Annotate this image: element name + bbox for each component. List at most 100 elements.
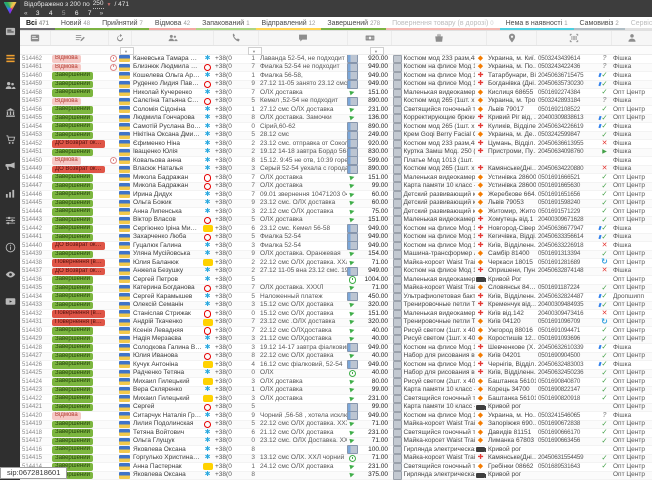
sidebar-item-settings[interactable] — [5, 215, 16, 226]
table-row[interactable]: 514423ЗавершенийВера Скляренко+38(01ОЛХ … — [20, 387, 652, 396]
sidebar-item-clients[interactable] — [5, 80, 16, 91]
table-row[interactable]: 514433ЗавершенийОлексій Семанін+38(0315.… — [20, 302, 652, 311]
tab-povernennia-tovaru[interactable]: Повернення товару (в дорозі)0 — [386, 17, 500, 30]
sidebar-item-partners[interactable] — [5, 269, 16, 280]
table-row[interactable]: 514420ВідмоваСитарчук Наталія Гр…+38(09Ч… — [20, 412, 652, 421]
table-row[interactable]: 514425ЗавершенийРадченко Тетяна+38(00ОЛХ… — [20, 370, 652, 379]
tab-servisy[interactable]: Сервіси0 — [625, 17, 652, 30]
table-row[interactable]: 514435ЗавершенийКатерина Богданова+38(07… — [20, 285, 652, 294]
sidebar-item-warehouse[interactable] — [5, 107, 16, 118]
page-size-caret-icon[interactable]: ▼ — [107, 1, 112, 9]
table-row[interactable]: 514462ВідмоваКаневська Тамара …+38(01Лав… — [20, 55, 652, 64]
sidebar-item-purchases[interactable] — [5, 134, 16, 145]
page-size-value[interactable]: 250 — [93, 0, 104, 9]
sidebar-item-reports[interactable] — [5, 188, 16, 199]
table-row[interactable]: 514417ЗавершенийОльга Глущук+38(0023.12 … — [20, 438, 652, 447]
table-row[interactable]: 514441ЗавершенийЗахарченко Люба+38(05Фиа… — [20, 234, 652, 243]
tab-vsi[interactable]: Всі471 — [20, 17, 55, 30]
column-header-address[interactable] — [486, 31, 536, 45]
table-row[interactable]: 514421ЗавершенийСергей+38(0599.00Карта п… — [20, 404, 652, 413]
table-row[interactable]: 514422ЗавершенийМихаил Гилецький+38(03ОЛ… — [20, 395, 652, 404]
table-row[interactable]: 514430ЗавершенийКсенія Левадняя+38(0722.… — [20, 327, 652, 336]
table-row[interactable]: 514455ЗавершенийЛюдмила Гончарова+38(08О… — [20, 115, 652, 124]
table-row[interactable]: 514414ЗавершенийАнна Пастернак+38(0124.1… — [20, 463, 652, 472]
order-total: 151.00 — [358, 89, 391, 97]
table-row[interactable]: 514419ЗавершенийЛилия Подолинская+38(052… — [20, 421, 652, 430]
page-number[interactable]: 4 — [48, 9, 54, 18]
column-header-status[interactable] — [50, 31, 108, 45]
app-logo-icon[interactable] — [4, 2, 17, 14]
table-row[interactable]: 514454ЗавершенийСамотій Руслана Во…+38(0… — [20, 123, 652, 132]
sidebar-item-dashboard[interactable] — [5, 26, 16, 37]
table-row[interactable]: 514438Повернення (в…Юлия Баланюк+38(0222… — [20, 259, 652, 268]
first-page-icon[interactable]: « — [24, 9, 28, 18]
table-row[interactable]: 514432Повернення (в…Станіслав Стрижак+38… — [20, 310, 652, 319]
table-row[interactable]: 514446ЗавершенийИрина Дидух+38(0709.01 з… — [20, 191, 652, 200]
table-row[interactable]: 514427ЗавершенийЮлия Иванова+38(0822.12 … — [20, 353, 652, 362]
tab-label: Сервіси — [631, 20, 652, 27]
column-header-phone[interactable] — [213, 31, 258, 45]
table-row[interactable]: 514442ЗавершенийСергіюнко Іріна Ми…+38(0… — [20, 225, 652, 234]
table-row[interactable]: 514449ДО Возврат ок…Власюк Наталья+38(03… — [20, 166, 652, 175]
column-header-tracking[interactable] — [536, 31, 611, 45]
table-row[interactable]: 514445ЗавершенийОльга Божик+38(0923.12 с… — [20, 200, 652, 209]
tab-novyi[interactable]: Новий48 — [55, 17, 96, 30]
table-row[interactable]: 514458ЗавершенийНиколай Кучеренко+38(07О… — [20, 89, 652, 98]
tab-vidpravlenyi[interactable]: Відправлений12 — [256, 17, 322, 30]
kyivstar-icon — [205, 123, 211, 131]
table-row[interactable]: 514424ЗавершенийМихаил Гилецький+38(03ОЛ… — [20, 378, 652, 387]
tab-zapakovanyi[interactable]: Запакований1 — [196, 17, 255, 30]
status-badge: Завершений — [52, 200, 93, 208]
sidebar-item-video[interactable] — [5, 296, 16, 307]
page-number[interactable]: 5 — [61, 9, 67, 18]
table-row[interactable]: 514461ВідмоваБлизнюк Людмила …+38(07Фиал… — [20, 64, 652, 73]
tab-zavershenyi[interactable]: Завершений278 — [321, 17, 386, 30]
table-row[interactable]: 514456ЗавершенийСоломія Сідоніна+38(0127… — [20, 106, 652, 115]
table-row[interactable]: 514457ВідмоваСалєгіна Татьяна С…+38(05Ке… — [20, 98, 652, 107]
table-row[interactable]: 514453ЗавершенийНікітіна Оксана Дми…+38(… — [20, 132, 652, 141]
column-header-product[interactable] — [391, 31, 486, 45]
tab-nema-v-naiavnosti[interactable]: Нема в наявності1 — [500, 17, 574, 30]
last-page-icon[interactable]: » — [100, 9, 104, 18]
tab-vidmova[interactable]: Відмова42 — [149, 17, 196, 30]
table-row[interactable]: 514416ЗавершенийЯковлева Оксана+38(08100… — [20, 446, 652, 455]
table-row[interactable]: 514452ДО Возврат ок…Єфименко Ніна+38(022… — [20, 140, 652, 149]
table-row[interactable]: 514429ЗавершенийНадія Мерзаєва+38(0321.1… — [20, 336, 652, 345]
filter-dropdown[interactable] — [370, 47, 384, 55]
table-row[interactable]: 514450ВідмоваКовальова анна+38(0815.12. … — [20, 157, 652, 166]
tab-pryiniatyi[interactable]: Прийнятий7 — [96, 17, 149, 30]
column-header-client[interactable] — [131, 31, 213, 45]
table-row[interactable]: 514448ЗавершенийМикола Бадражан+38(07ОЛХ… — [20, 174, 652, 183]
table-row[interactable]: 514418ЗавершенийТетяна Войтович+38(0621.… — [20, 429, 652, 438]
filter-dropdown[interactable] — [248, 47, 262, 55]
table-row[interactable]: 514437ДО Возврат ок…Анжела Безушку+38(02… — [20, 268, 652, 277]
page-number[interactable]: 6 — [74, 9, 80, 18]
table-row[interactable]: 514415ЗавершенийГоргулько Христина…+38(0… — [20, 455, 652, 464]
sidebar-item-orders[interactable] — [5, 53, 16, 64]
column-header-payment[interactable] — [347, 31, 391, 45]
table-row[interactable]: 514436ЗавершенийСергей Петров+38(051004.… — [20, 276, 652, 285]
tab-samovyviz[interactable]: Самовивіз2 — [574, 17, 625, 30]
table-row[interactable]: 514413ЗавершенийЯковлева Оксана+38(08375… — [20, 472, 652, 480]
table-row[interactable]: 514428ЗавершенийСолодкова Галина В…+38(0… — [20, 344, 652, 353]
table-row[interactable]: 514444ЗавершенийАнна Липенська+38(0322.1… — [20, 208, 652, 217]
table-row[interactable]: 514447ЗавершенийМикола Бадражан+38(07ОЛХ… — [20, 183, 652, 192]
column-header-comment[interactable] — [258, 31, 347, 45]
table-row[interactable]: 514443ЗавершенийВіктор Власов+38(05ОЛХ д… — [20, 217, 652, 226]
table-row[interactable]: 514434ЗавершенийСергей Карамышев+38(05На… — [20, 293, 652, 302]
table-row[interactable]: 514451ЗавершенийІващенко Юлія+38(0219.12… — [20, 149, 652, 158]
table-row[interactable]: 514426ЗавершенийКучук Антоніна+38(0416.1… — [20, 361, 652, 370]
table-row[interactable]: 514440ДО Возврат ок…Гуцалюк Галина+38(03… — [20, 242, 652, 251]
sidebar-item-info[interactable] — [5, 242, 16, 253]
column-header-refresh[interactable] — [108, 31, 131, 45]
column-header-order-id[interactable] — [20, 31, 50, 45]
table-row[interactable]: 514460ЗавершенийКошелева Ольга Ар…+38(01… — [20, 72, 652, 81]
page-number[interactable]: 7 — [87, 9, 93, 18]
filter-dropdown[interactable] — [120, 47, 134, 55]
table-row[interactable]: 514431Повернення (в…Андрій Ткаченко+38(0… — [20, 319, 652, 328]
table-row[interactable]: 514439ЗавершенийУляна Мусійовська+38(09О… — [20, 251, 652, 260]
sidebar-item-marketing[interactable] — [5, 161, 16, 172]
page-number[interactable]: 3 — [35, 9, 41, 18]
table-row[interactable]: 514459ЗавершенийРуденко Лидия Пав…+38(09… — [20, 81, 652, 90]
column-header-manager[interactable] — [611, 31, 652, 45]
